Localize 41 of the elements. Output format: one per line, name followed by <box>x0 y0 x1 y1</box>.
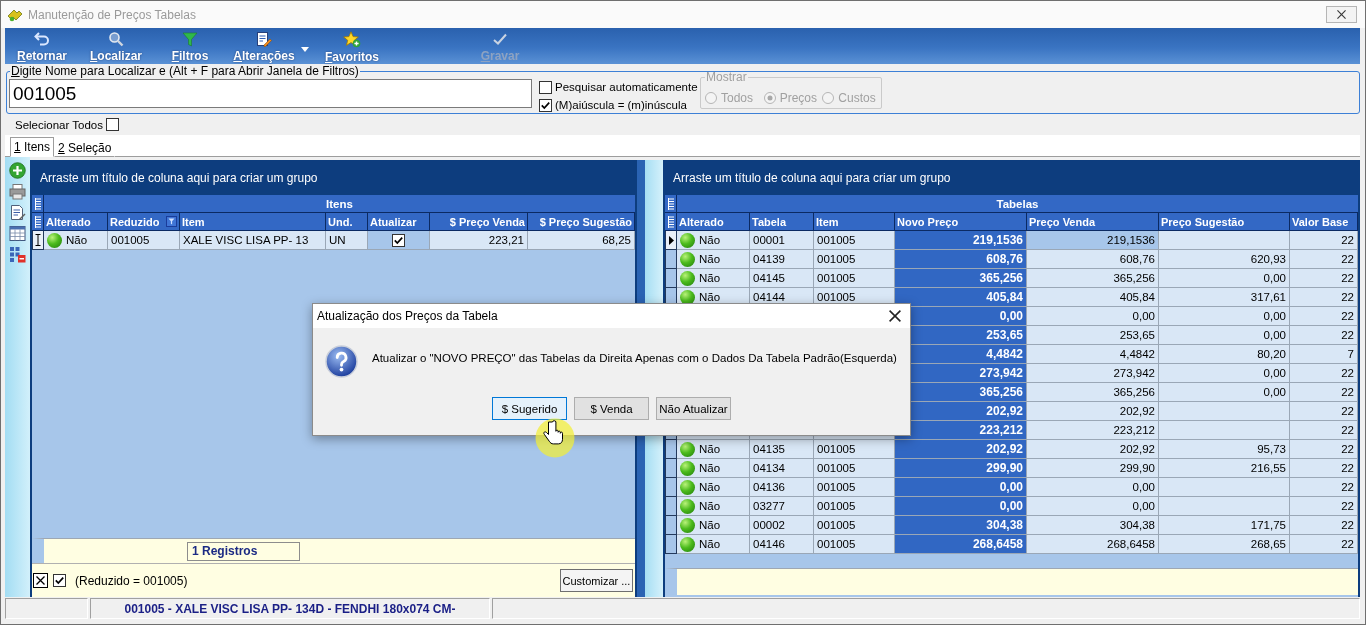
cell-text: Não <box>699 519 721 531</box>
band-header: Itens <box>44 195 635 213</box>
status-text: 001005 - XALE VISC LISA PP- 134D - FENDHI 180x074 CM- <box>90 598 490 619</box>
table-cell: 68,25 <box>528 231 635 250</box>
cell-text: Não <box>699 481 721 493</box>
table-cell: 268,6458 <box>1027 535 1159 554</box>
cell-text: Não <box>699 253 721 265</box>
table-cell: 22 <box>1290 535 1358 554</box>
cell-text: Não <box>699 538 721 550</box>
band-header: Tabelas <box>677 195 1358 213</box>
group-by-panel: Arraste um título de coluna aqui para criar um grupo <box>30 160 637 195</box>
table-cell: 299,90 <box>895 459 1027 478</box>
group-legend: Mostrar <box>705 70 748 84</box>
table-cell: XALE VISC LISA PP- 13 <box>180 231 326 250</box>
dialog-title: Atualização dos Preços da Tabela <box>317 309 499 323</box>
table-cell: 0,00 <box>895 478 1027 497</box>
table-cell: 365,256 <box>895 269 1027 288</box>
table-cell: 001005 <box>108 231 180 250</box>
cell-text: Não <box>699 272 721 284</box>
cell-text: Não <box>699 500 721 512</box>
table-cell: 405,84 <box>895 288 1027 307</box>
cell-text: Não <box>699 462 721 474</box>
table-cell: 0,00 <box>895 497 1027 516</box>
table-cell: 268,6458 <box>895 535 1027 554</box>
cell-text: Não <box>699 234 721 246</box>
window-title: Manutenção de Preços Tabelas <box>28 7 197 22</box>
record-count: 1 Registros <box>187 541 300 561</box>
table-cell: 268,65 <box>1159 535 1290 554</box>
group-legend: Digite Nome para Localizar e (Alt + F para Abrir Janela de Filtros) <box>10 64 360 78</box>
cell-text: Não <box>66 234 88 246</box>
table-cell: 219,1536 <box>895 231 1027 250</box>
table-cell: 219,1536 <box>1027 231 1159 250</box>
table-cell: 223,21 <box>430 231 528 250</box>
cell-text: Não <box>699 443 721 455</box>
table-cell: 304,38 <box>895 516 1027 535</box>
group-by-panel: Arraste um título de coluna aqui para criar um grupo <box>663 160 1360 195</box>
table-cell: 202,92 <box>895 440 1027 459</box>
table-cell: 04146 <box>750 535 814 554</box>
cell-text: Não <box>699 291 721 303</box>
filter-text: (Reduzido = 001005) <box>75 573 188 588</box>
table-cell: 608,76 <box>895 250 1027 269</box>
